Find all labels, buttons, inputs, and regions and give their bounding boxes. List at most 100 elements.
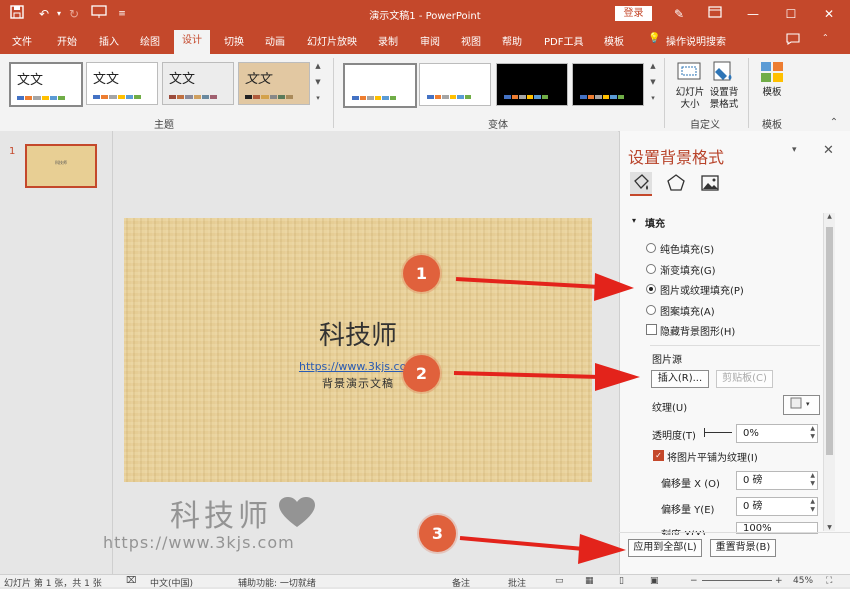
- tab-transitions[interactable]: 切换: [224, 33, 244, 48]
- format-background-icon[interactable]: [711, 60, 737, 84]
- maximize-button[interactable]: ☐: [776, 4, 806, 24]
- zoom-out-icon[interactable]: −: [690, 576, 698, 586]
- tab-help[interactable]: 帮助: [502, 33, 522, 48]
- normal-view-icon[interactable]: ▭: [555, 576, 564, 586]
- tab-draw[interactable]: 绘图: [140, 33, 160, 48]
- pane-title: 设置背景格式: [628, 148, 725, 167]
- tab-file[interactable]: 文件: [12, 33, 32, 48]
- designer-wand-icon[interactable]: ✎: [670, 5, 688, 23]
- zoom-in-icon[interactable]: +: [775, 576, 783, 586]
- callout-1: 1: [403, 255, 440, 292]
- variant-4[interactable]: [572, 63, 644, 106]
- picture-texture-fill-radio[interactable]: [646, 284, 656, 294]
- slide-thumbnail-1[interactable]: 科技师: [25, 144, 97, 188]
- slide-title[interactable]: 科技师: [124, 315, 592, 352]
- divider: [748, 58, 749, 128]
- tab-review[interactable]: 审阅: [420, 33, 440, 48]
- insert-picture-button[interactable]: 插入(R)...: [651, 370, 709, 388]
- picture-texture-fill-label: 图片或纹理填充(P): [660, 286, 744, 297]
- themes-scroll-down[interactable]: ▼: [313, 76, 323, 89]
- tell-me-search[interactable]: 操作说明搜索: [666, 33, 726, 48]
- variants-more[interactable]: ▾: [648, 92, 658, 105]
- spin-arrows-icon[interactable]: ▲ ▼: [810, 498, 815, 514]
- variant-1[interactable]: [343, 63, 417, 108]
- reading-view-icon[interactable]: ▯: [619, 576, 624, 586]
- tab-slideshow[interactable]: 幻灯片放映: [307, 33, 357, 48]
- login-button[interactable]: 登录: [615, 6, 652, 21]
- effects-pentagon-icon[interactable]: [665, 172, 687, 194]
- zoom-level[interactable]: 45%: [793, 576, 813, 586]
- format-background-button[interactable]: 设置背 景格式: [706, 87, 742, 111]
- clipboard-button[interactable]: 剪贴板(C): [716, 370, 773, 388]
- templates-icon[interactable]: [759, 60, 785, 84]
- reset-background-button[interactable]: 重置背景(B): [710, 539, 776, 557]
- language-status[interactable]: 中文(中国): [150, 576, 193, 589]
- texture-picker[interactable]: ▾: [783, 395, 820, 415]
- tile-texture-checkbox[interactable]: ✓: [653, 450, 664, 461]
- variant-2[interactable]: [419, 63, 491, 106]
- scroll-up-icon[interactable]: ▲: [824, 213, 835, 220]
- spelling-check-icon[interactable]: ⌧: [126, 576, 136, 586]
- comments-icon[interactable]: [786, 33, 800, 48]
- scroll-down-icon[interactable]: ▼: [824, 524, 835, 531]
- tab-pdf-tools[interactable]: PDF工具: [544, 33, 583, 48]
- slide-canvas[interactable]: 科技师 https://www.3kjs.com 背景演示文稿: [124, 218, 592, 482]
- transparency-input[interactable]: 0% ▲ ▼: [736, 424, 818, 443]
- picture-icon[interactable]: [699, 172, 721, 194]
- gradient-fill-radio[interactable]: [646, 264, 656, 274]
- scale-x-label: 刻度 X(X): [661, 526, 706, 535]
- themes-more[interactable]: ▾: [313, 92, 323, 105]
- tab-animations[interactable]: 动画: [265, 33, 285, 48]
- tab-record[interactable]: 录制: [378, 33, 398, 48]
- collapse-ribbon-icon[interactable]: ⌃: [829, 116, 839, 129]
- minimize-button[interactable]: —: [738, 4, 768, 24]
- watermark-url: https://www.3kjs.com: [103, 533, 295, 552]
- notes-button[interactable]: 备注: [452, 576, 470, 589]
- theme-ink[interactable]: 文文: [238, 62, 310, 105]
- comments-button[interactable]: 批注: [508, 576, 526, 589]
- accessibility-status[interactable]: 辅助功能: 一切就绪: [238, 576, 316, 589]
- offset-y-input[interactable]: 0 磅 ▲ ▼: [736, 497, 818, 516]
- fit-to-window-icon[interactable]: ⛶: [826, 576, 832, 586]
- slide-size-button[interactable]: 幻灯片 大小: [672, 87, 708, 111]
- transparency-slider-handle[interactable]: [704, 428, 705, 437]
- annotation-arrow-1: [455, 273, 634, 301]
- templates-button[interactable]: 模板: [756, 87, 788, 99]
- solid-fill-radio[interactable]: [646, 243, 656, 253]
- slideshow-view-icon[interactable]: ▣: [650, 576, 659, 586]
- pane-options-icon[interactable]: ▾: [792, 145, 797, 155]
- theme-office-2[interactable]: 文文: [86, 62, 158, 105]
- theme-office[interactable]: 文文: [9, 62, 83, 107]
- transparency-slider[interactable]: [704, 432, 732, 433]
- slide-sorter-icon[interactable]: ▦: [585, 576, 594, 586]
- ribbon-collapse-icon[interactable]: ⌃: [822, 33, 829, 42]
- tab-home[interactable]: 开始: [57, 33, 77, 48]
- spin-arrows-icon[interactable]: ▲ ▼: [810, 425, 815, 441]
- pane-close-icon[interactable]: ✕: [823, 143, 834, 158]
- tab-insert[interactable]: 插入: [99, 33, 119, 48]
- themes-scroll-up[interactable]: ▲: [313, 60, 323, 73]
- offset-x-input[interactable]: 0 磅 ▲ ▼: [736, 471, 818, 490]
- ribbon-display-options-icon[interactable]: [706, 5, 724, 23]
- tab-view[interactable]: 视图: [461, 33, 481, 48]
- tab-templates[interactable]: 模板: [604, 33, 624, 48]
- variant-3[interactable]: [496, 63, 568, 106]
- variants-scroll-down[interactable]: ▼: [648, 76, 658, 89]
- fill-collapse-icon[interactable]: ▾: [632, 216, 636, 225]
- spin-arrows-icon[interactable]: ▲ ▼: [810, 472, 815, 488]
- close-button[interactable]: ✕: [814, 4, 844, 24]
- fill-section-header[interactable]: 填充: [645, 215, 665, 230]
- variants-scroll-up[interactable]: ▲: [648, 60, 658, 73]
- zoom-slider[interactable]: [702, 580, 772, 581]
- pattern-fill-radio[interactable]: [646, 305, 656, 315]
- pane-scrollbar[interactable]: ▲ ▼: [823, 213, 835, 531]
- apply-to-all-button[interactable]: 应用到全部(L): [628, 539, 702, 557]
- slide-counter: 幻灯片 第 1 张，共 1 张: [4, 579, 102, 589]
- tab-design[interactable]: 设计: [174, 30, 210, 54]
- slide-size-icon[interactable]: [676, 60, 702, 84]
- scrollbar-thumb[interactable]: [826, 227, 833, 455]
- hide-background-checkbox[interactable]: [646, 324, 657, 335]
- fill-icon[interactable]: [630, 172, 652, 196]
- callout-2: 2: [403, 355, 440, 392]
- theme-facet[interactable]: 文文: [162, 62, 234, 105]
